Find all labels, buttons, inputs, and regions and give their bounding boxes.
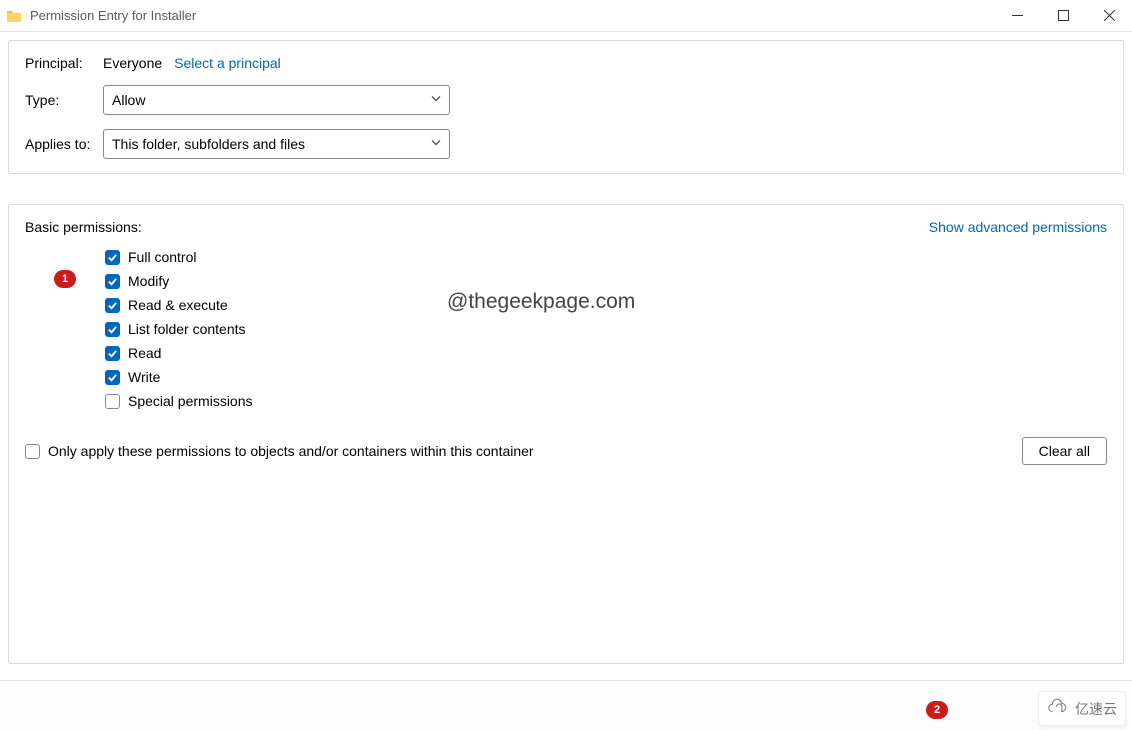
permissions-panel: Basic permissions: Show advanced permiss… (8, 204, 1124, 664)
chevron-down-icon (429, 92, 443, 109)
only-apply-row[interactable]: Only apply these permissions to objects … (25, 443, 534, 459)
only-apply-checkbox[interactable] (25, 444, 40, 459)
minimize-button[interactable] (994, 0, 1040, 32)
select-principal-link[interactable]: Select a principal (174, 55, 281, 71)
permission-item[interactable]: Full control (105, 249, 1107, 265)
permission-checkbox[interactable] (105, 322, 120, 337)
applies-label: Applies to: (25, 136, 103, 152)
permission-checkbox[interactable] (105, 370, 120, 385)
type-dropdown[interactable]: Allow (103, 85, 450, 115)
permission-label: Write (128, 369, 160, 385)
permission-label: Modify (128, 273, 169, 289)
permission-label: Full control (128, 249, 196, 265)
chevron-down-icon (429, 136, 443, 153)
permission-item[interactable]: List folder contents (105, 321, 1107, 337)
permission-label: Special permissions (128, 393, 253, 409)
permission-item[interactable]: Write (105, 369, 1107, 385)
permission-checkbox[interactable] (105, 274, 120, 289)
titlebar: Permission Entry for Installer (0, 0, 1132, 32)
brand-watermark: 亿速云 (1038, 691, 1126, 726)
brand-text: 亿速云 (1075, 699, 1117, 719)
principal-value: Everyone (103, 55, 162, 71)
permission-label: Read (128, 345, 161, 361)
permission-checkbox[interactable] (105, 250, 120, 265)
applies-dropdown[interactable]: This folder, subfolders and files (103, 129, 450, 159)
permission-item[interactable]: Modify (105, 273, 1107, 289)
content-area: Principal: Everyone Select a principal T… (0, 32, 1132, 664)
annotation-badge-2: 2 (926, 701, 948, 719)
permission-item[interactable]: Read & execute (105, 297, 1107, 313)
basic-permissions-label: Basic permissions: (25, 219, 142, 235)
permission-item[interactable]: Special permissions (105, 393, 1107, 409)
permission-checkbox[interactable] (105, 298, 120, 313)
principal-panel: Principal: Everyone Select a principal T… (8, 40, 1124, 174)
permission-label: Read & execute (128, 297, 228, 313)
maximize-button[interactable] (1040, 0, 1086, 32)
show-advanced-link[interactable]: Show advanced permissions (929, 219, 1107, 235)
folder-icon (6, 8, 22, 24)
cloud-icon (1047, 698, 1069, 719)
close-button[interactable] (1086, 0, 1132, 32)
window-title: Permission Entry for Installer (30, 8, 994, 23)
applies-dropdown-value: This folder, subfolders and files (112, 136, 305, 152)
annotation-badge-1: 1 (54, 270, 76, 288)
permissions-list: Full control Modify Read & execute List fol… (25, 249, 1107, 409)
permission-item[interactable]: Read (105, 345, 1107, 361)
permission-checkbox[interactable] (105, 346, 120, 361)
type-dropdown-value: Allow (112, 92, 145, 108)
permission-checkbox[interactable] (105, 394, 120, 409)
permission-label: List folder contents (128, 321, 246, 337)
principal-label: Principal: (25, 55, 103, 71)
only-apply-label: Only apply these permissions to objects … (48, 443, 534, 459)
type-label: Type: (25, 92, 103, 108)
clear-all-button[interactable]: Clear all (1022, 437, 1107, 465)
footer: OK (0, 680, 1132, 730)
